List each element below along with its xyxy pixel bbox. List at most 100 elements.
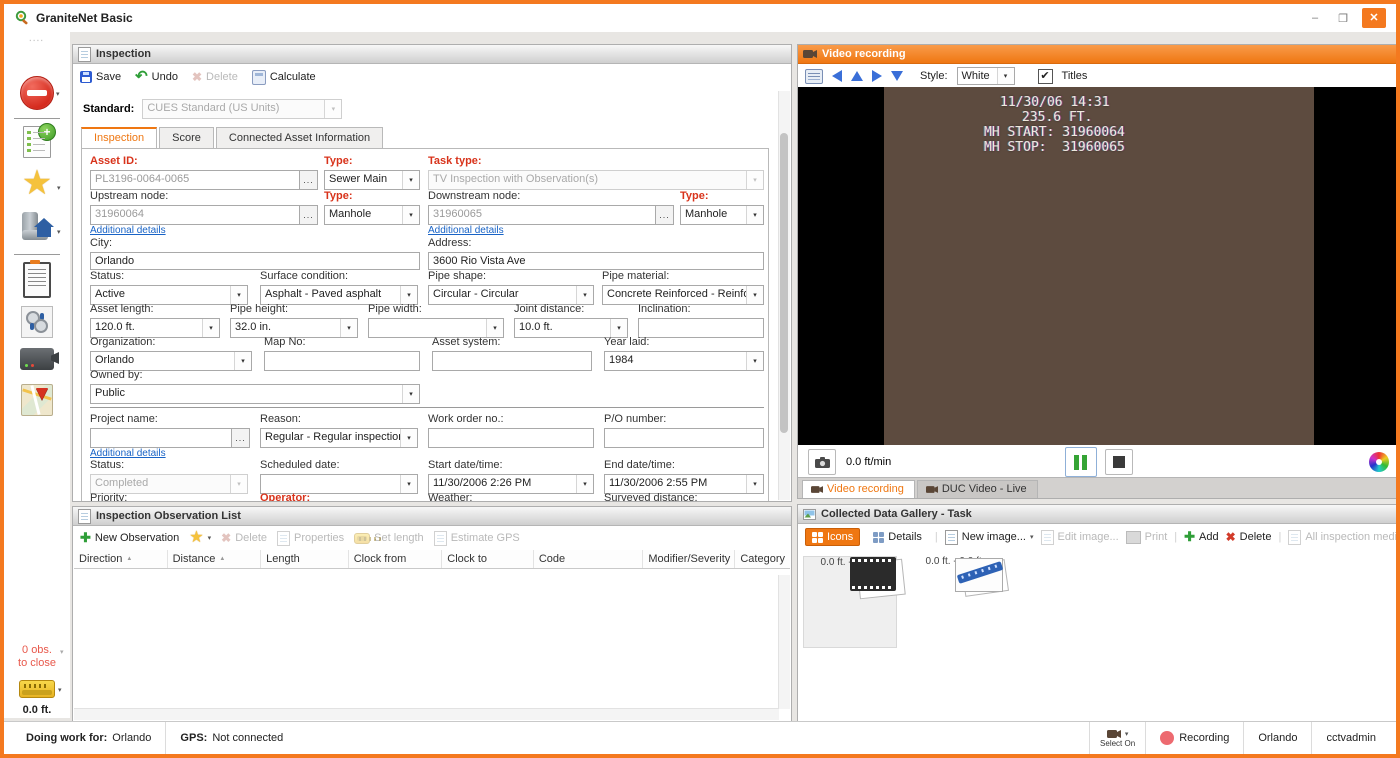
downstream-type-select[interactable]: Manhole — [681, 206, 746, 224]
column-header-category[interactable]: Category — [735, 550, 790, 568]
calculate-button[interactable]: Calculate — [252, 70, 316, 85]
organization-select[interactable]: Orlando — [91, 352, 234, 370]
close-button[interactable]: ✕ — [1362, 8, 1386, 28]
titles-checkbox[interactable]: ✔ — [1038, 69, 1053, 84]
print-button[interactable]: Print — [1126, 531, 1168, 544]
city-input[interactable]: Orlando — [91, 253, 419, 269]
asset-type-select[interactable]: Sewer Main — [325, 171, 402, 189]
upstream-browse-button[interactable]: ... — [299, 206, 317, 224]
icons-view-button[interactable]: Icons — [805, 528, 860, 546]
all-inspection-media-button[interactable]: All inspection media — [1288, 530, 1400, 545]
new-observation-button[interactable]: + — [4, 126, 70, 158]
start-datetime-select[interactable]: 11/30/2006 2:26 PM — [429, 475, 576, 493]
downstream-browse-button[interactable]: ... — [655, 206, 673, 224]
inspection-scrollbar-thumb[interactable] — [780, 133, 788, 433]
gallery-item-video[interactable]: 0.0 ft. - 0.0 ft. — [803, 556, 897, 648]
arrow-down-icon[interactable] — [891, 71, 903, 81]
asset-id-input[interactable]: PL3196-0064-0065 — [91, 171, 299, 189]
pipe-material-select[interactable]: Concrete Reinforced - Reinforced cor — [603, 286, 746, 304]
downstream-node-input[interactable]: 31960065 — [429, 206, 655, 224]
set-length-button[interactable]: Set length — [354, 532, 424, 544]
arrow-up-icon[interactable] — [851, 71, 863, 81]
save-button[interactable]: Save — [80, 71, 121, 83]
column-header-direction[interactable]: Direction▲ — [74, 550, 168, 568]
status-select[interactable]: Active — [91, 286, 230, 304]
tab-score[interactable]: Score — [159, 127, 214, 148]
lateral-caret-icon[interactable]: ▾ — [57, 228, 61, 236]
add-media-button[interactable]: ✚Add — [1184, 529, 1218, 545]
year-laid-select[interactable]: 1984 — [605, 352, 746, 370]
undo-button[interactable]: ↶Undo — [135, 71, 178, 83]
task-type-select[interactable]: TV Inspection with Observation(s) — [429, 171, 746, 189]
details-view-button[interactable]: Details — [867, 529, 928, 545]
favorite-observation-button[interactable]: ★ — [4, 168, 70, 198]
color-wheel-button[interactable] — [1369, 452, 1389, 472]
observation-hscrollbar[interactable] — [74, 708, 779, 720]
downstream-additional-details-link[interactable]: Additional details — [428, 225, 504, 236]
tab-video-recording[interactable]: Video recording — [802, 480, 915, 498]
arrow-right-icon[interactable] — [872, 70, 882, 82]
select-camera-button[interactable]: ▾ Select On — [1089, 722, 1146, 754]
observation-table-body[interactable] — [74, 575, 779, 709]
end-inspection-caret-icon[interactable]: ▾ — [56, 90, 60, 98]
snapshot-button[interactable] — [808, 449, 836, 475]
distance-caret-icon[interactable]: ▾ — [58, 686, 62, 694]
obs-counter-caret-icon[interactable]: ▾ — [60, 648, 64, 656]
edit-image-button[interactable]: Edit image... — [1041, 530, 1119, 545]
pause-button[interactable] — [1065, 447, 1097, 477]
joint-distance-select[interactable]: 10.0 ft. — [515, 319, 610, 337]
column-header-distance[interactable]: Distance▲ — [168, 550, 262, 568]
observation-properties-button[interactable]: Properties — [277, 531, 344, 546]
delete-button[interactable]: ✖Delete — [192, 70, 238, 84]
end-datetime-select[interactable]: 11/30/2006 2:55 PM — [605, 475, 746, 493]
report-button[interactable] — [4, 262, 70, 298]
style-select[interactable]: White▾ — [957, 67, 1015, 85]
po-number-input[interactable] — [605, 429, 763, 447]
owned-by-select[interactable]: Public — [91, 385, 402, 403]
arrow-left-icon[interactable] — [832, 70, 842, 82]
minimize-button[interactable]: – — [1306, 12, 1324, 24]
new-image-button[interactable]: New image...▾ — [945, 530, 1034, 545]
column-header-length[interactable]: Length — [261, 550, 349, 568]
standard-select[interactable]: CUES Standard (US Units)▾ — [142, 99, 342, 119]
tab-connected-asset-information[interactable]: Connected Asset Information — [216, 127, 383, 148]
pipe-height-select[interactable]: 32.0 in. — [231, 319, 340, 337]
gallery-item-measurement[interactable]: 0.0 ft. - 0.0 ft. — [909, 556, 1001, 646]
estimate-gps-button[interactable]: Estimate GPS — [434, 531, 520, 546]
osd-titler-button[interactable] — [805, 69, 823, 84]
address-input[interactable]: 3600 Rio Vista Ave — [429, 253, 763, 269]
column-header-clock-to[interactable]: Clock to — [442, 550, 534, 568]
tab-inspection[interactable]: Inspection — [81, 127, 157, 148]
surface-condition-select[interactable]: Asphalt - Paved asphalt — [261, 286, 400, 304]
scheduled-date-select[interactable] — [261, 475, 400, 493]
pipe-width-select[interactable] — [369, 319, 486, 337]
column-header-modifier-severity[interactable]: Modifier/Severity — [643, 550, 735, 568]
inspection-scrollbar[interactable] — [778, 91, 790, 500]
work-order-input[interactable] — [429, 429, 593, 447]
project-browse-button[interactable]: ... — [231, 429, 249, 447]
upstream-type-select[interactable]: Manhole — [325, 206, 402, 224]
stop-button[interactable] — [1105, 449, 1133, 475]
asset-id-browse-button[interactable]: ... — [299, 171, 317, 189]
asset-diagram-button[interactable] — [4, 306, 70, 338]
inclination-input[interactable] — [639, 319, 763, 337]
map-no-input[interactable] — [265, 352, 419, 370]
delete-observation-button[interactable]: ✖Delete — [221, 531, 267, 545]
video-source-button[interactable] — [4, 348, 70, 370]
tab-duc-video-live[interactable]: DUC Video - Live — [917, 480, 1038, 498]
favorite-caret-icon[interactable]: ▾ — [57, 184, 61, 192]
inspection-status-select[interactable]: Completed — [91, 475, 230, 493]
favorite-observation-toolbar-button[interactable]: ★▾ — [189, 532, 211, 544]
delete-media-button[interactable]: ✖Delete — [1226, 530, 1272, 544]
new-observation-toolbar-button[interactable]: ✚New Observation — [80, 530, 179, 546]
pipe-shape-select[interactable]: Circular - Circular — [429, 286, 576, 304]
map-button[interactable] — [4, 384, 70, 416]
restore-button[interactable]: ❐ — [1334, 12, 1352, 25]
upstream-additional-details-link[interactable]: Additional details — [90, 225, 166, 236]
end-inspection-button[interactable] — [4, 76, 70, 110]
lateral-connection-button[interactable] — [4, 210, 70, 244]
asset-system-input[interactable] — [433, 352, 591, 370]
reason-select[interactable]: Regular - Regular inspection — [261, 429, 400, 447]
project-name-input[interactable] — [91, 429, 231, 447]
asset-length-select[interactable]: 120.0 ft. — [91, 319, 202, 337]
